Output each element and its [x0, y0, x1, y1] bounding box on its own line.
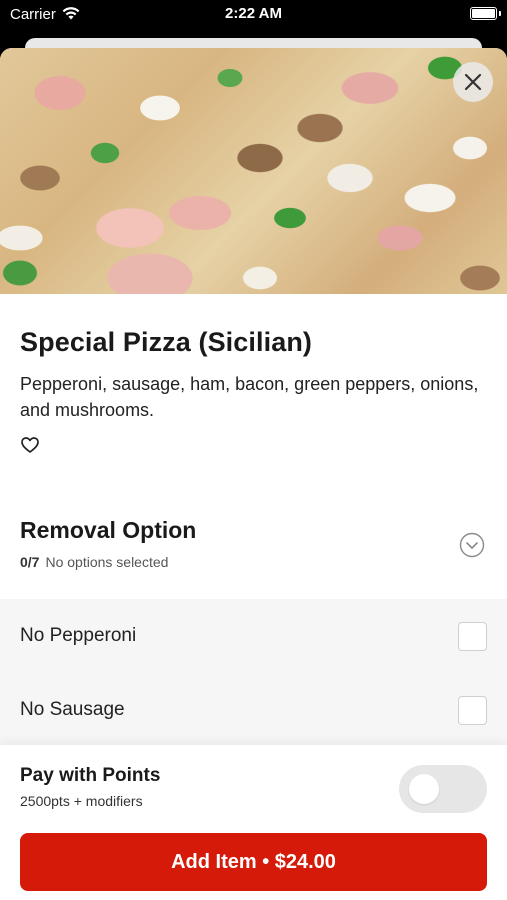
heart-icon: [21, 437, 39, 453]
selection-count: 0/7: [20, 554, 40, 570]
points-subtitle: 2500pts + modifiers: [20, 793, 143, 809]
removal-options-list: No Pepperoni No Sausage: [0, 599, 507, 747]
points-title: Pay with Points: [20, 765, 161, 786]
option-no-sausage[interactable]: No Sausage: [0, 673, 507, 747]
close-button[interactable]: [453, 62, 493, 102]
option-checkbox[interactable]: [458, 695, 487, 725]
item-photo: [0, 48, 507, 294]
status-bar: Carrier 2:22 AM: [0, 0, 507, 30]
item-description: Pepperoni, sausage, ham, bacon, green pe…: [20, 374, 479, 420]
favorite-button[interactable]: [20, 435, 40, 455]
clock: 2:22 AM: [225, 5, 282, 22]
section-status: 0/7 No options selected: [20, 554, 487, 570]
chevron-down-icon[interactable]: [459, 532, 485, 558]
item-title: Special Pizza (Sicilian): [20, 327, 313, 357]
removal-option-header[interactable]: Removal Option 0/7 No options selected: [0, 517, 507, 599]
battery-icon: [470, 7, 501, 20]
checkout-footer: Pay with Points 2500pts + modifiers Add …: [0, 745, 507, 900]
pay-with-points-toggle[interactable]: [399, 765, 487, 813]
option-no-pepperoni[interactable]: No Pepperoni: [0, 599, 507, 673]
add-item-button[interactable]: Add Item • $24.00: [20, 833, 487, 891]
option-label: No Pepperoni: [20, 625, 137, 646]
section-title: Removal Option: [20, 517, 197, 543]
option-checkbox[interactable]: [458, 621, 487, 651]
toggle-knob: [409, 774, 439, 804]
option-label: No Sausage: [20, 699, 125, 720]
item-detail-sheet: Special Pizza (Sicilian) Pepperoni, saus…: [0, 48, 507, 900]
selection-status: No options selected: [45, 554, 169, 570]
close-icon: [464, 73, 482, 91]
